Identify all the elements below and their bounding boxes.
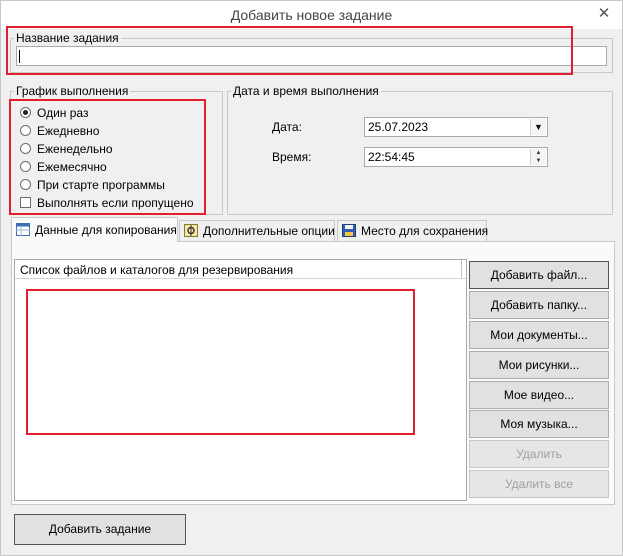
radio-weekly-icon[interactable] [20, 143, 31, 154]
file-list-header-label: Список файлов и каталогов для резервиров… [20, 263, 294, 277]
my-music-button[interactable]: Моя музыка... [469, 410, 609, 438]
date-picker[interactable]: 25.07.2023 ▼ [364, 117, 548, 137]
radio-monthly-icon[interactable] [20, 161, 31, 172]
datetime-label: Дата и время выполнения [231, 84, 381, 98]
task-name-input[interactable] [16, 46, 607, 66]
tab-extra-options[interactable]: Дополнительные опции [179, 220, 335, 241]
chevron-down-icon[interactable]: ▼ [530, 119, 546, 135]
radio-monthly-label: Ежемесячно [37, 160, 107, 174]
schedule-label: График выполнения [14, 84, 131, 98]
delete-button[interactable]: Удалить [469, 440, 609, 468]
file-list-header[interactable]: Список файлов и каталогов для резервиров… [15, 260, 466, 279]
file-list[interactable]: Список файлов и каталогов для резервиров… [14, 259, 467, 501]
radio-weekly-label: Еженедельно [37, 142, 113, 156]
tab-extra-options-label: Дополнительные опции [203, 224, 335, 238]
spin-down-icon[interactable]: ▼ [530, 157, 546, 165]
radio-daily-icon[interactable] [20, 125, 31, 136]
delete-all-button[interactable]: Удалить все [469, 470, 609, 498]
radio-on-startup-label: При старте программы [37, 178, 165, 192]
my-pictures-button[interactable]: Мои рисунки... [469, 351, 609, 379]
schedule-options: Один раз Ежедневно Еженедельно Ежемесячн… [14, 105, 214, 213]
task-name-label: Название задания [14, 31, 121, 45]
window-title: Добавить новое задание [230, 7, 393, 23]
date-label: Дата: [272, 120, 302, 134]
tab-copy-data-label: Данные для копирования [35, 223, 177, 237]
close-button[interactable]: ✕ [594, 5, 614, 23]
time-value: 22:54:45 [368, 150, 415, 164]
time-label: Время: [272, 150, 312, 164]
tab-save-location[interactable]: Место для сохранения [337, 220, 489, 241]
radio-on-startup-icon[interactable] [20, 179, 31, 190]
dialog-window: Добавить новое задание ✕ Название задани… [0, 0, 623, 556]
table-icon [16, 220, 30, 236]
options-icon [184, 223, 198, 237]
tab-copy-data[interactable]: Данные для копирования [11, 217, 178, 242]
radio-once-label: Один раз [37, 106, 89, 120]
floppy-disk-icon [342, 223, 356, 237]
radio-daily-label: Ежедневно [37, 124, 100, 138]
tab-save-location-label: Место для сохранения [361, 224, 489, 238]
date-value: 25.07.2023 [368, 120, 429, 134]
time-spinner[interactable]: 22:54:45 ▲ ▼ [364, 147, 548, 167]
run-if-missed-box[interactable] [20, 197, 31, 208]
text-caret [19, 50, 20, 63]
my-documents-button[interactable]: Мои документы... [469, 321, 609, 349]
run-if-missed-label: Выполнять если пропущено [37, 196, 194, 210]
add-task-button[interactable]: Добавить задание [14, 514, 186, 545]
my-videos-button[interactable]: Мое видео... [469, 381, 609, 409]
add-folder-button[interactable]: Добавить папку... [469, 291, 609, 319]
add-file-button[interactable]: Добавить файл... [469, 261, 609, 289]
radio-once-icon[interactable] [20, 107, 31, 118]
title-bar: Добавить новое задание ✕ [1, 1, 622, 29]
column-separator[interactable] [461, 260, 462, 278]
